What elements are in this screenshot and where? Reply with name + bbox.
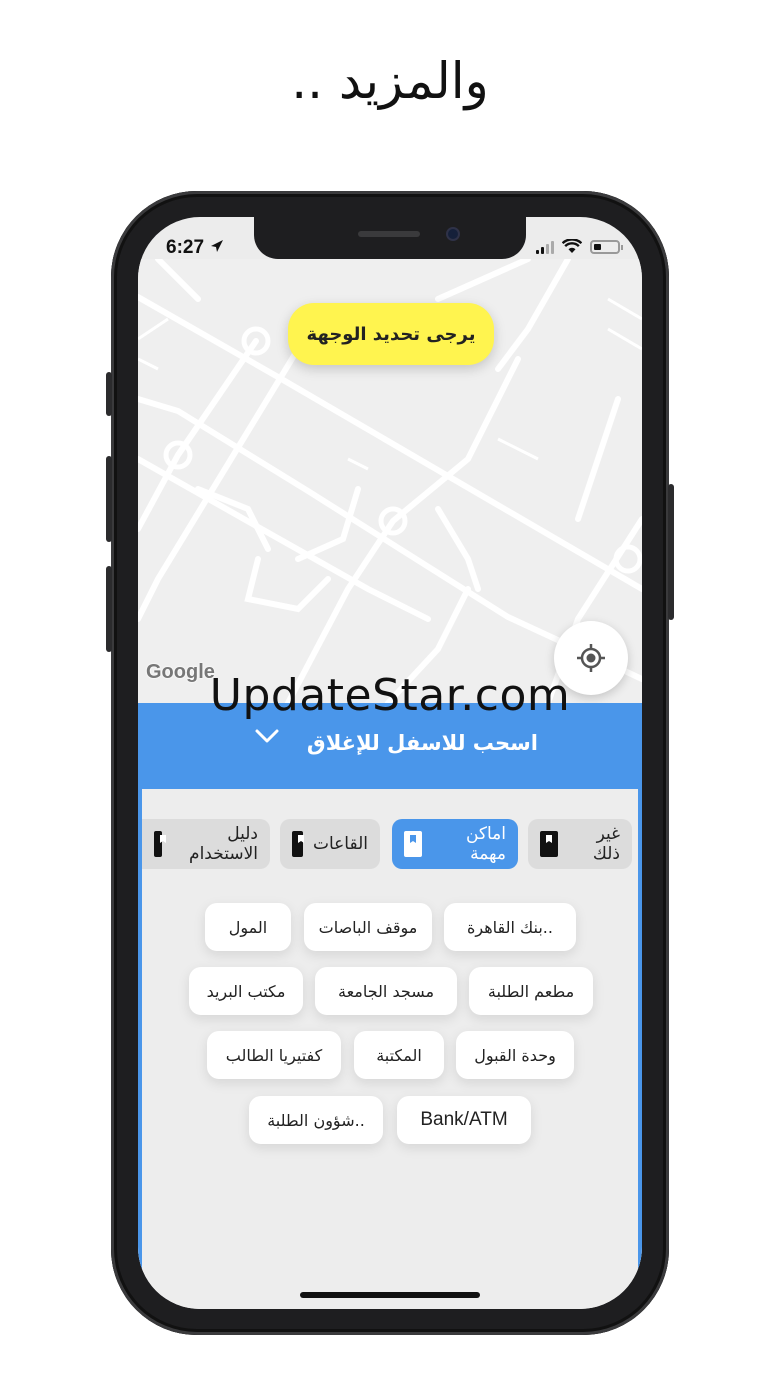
wifi-icon (562, 239, 582, 253)
sheet-handle-label: اسحب للاسفل للإغلاق (306, 731, 538, 755)
tab-other-label: غير ذلك (592, 824, 620, 864)
place-chip-student-restaurant[interactable]: مطعم الطلبة (469, 967, 593, 1015)
place-chip-university-mosque[interactable]: مسجد الجامعة (315, 967, 457, 1015)
status-time-text: 6:27 (166, 237, 205, 258)
tab-important-places-label: اماكن مهمة (465, 824, 506, 864)
tab-other[interactable]: غير ذلك (528, 819, 632, 869)
place-chip-bank-atm[interactable]: Bank/ATM (397, 1096, 531, 1144)
place-chip-post-office[interactable]: مكتب البريد (189, 967, 303, 1015)
bookmark-book-icon (292, 831, 303, 857)
power-button (668, 484, 674, 620)
tab-user-guide-label: دليل الاستخدام (189, 824, 258, 864)
sheet-content: غير ذلك اماكن مهمة القاعات دليل الاستخدا… (138, 789, 642, 1309)
status-time: 6:27 (166, 237, 225, 259)
volume-down-button (106, 566, 112, 652)
place-chip-student-affairs[interactable]: ..شؤون الطلبة (249, 1096, 383, 1144)
chevron-down-icon[interactable] (254, 727, 280, 745)
place-chip-student-cafeteria[interactable]: كفتيريا الطالب (207, 1031, 341, 1079)
earpiece-speaker (358, 231, 420, 237)
map-view[interactable]: يرجى تحديد الوجهة Google (138, 256, 642, 706)
place-chip-library[interactable]: المكتبة (354, 1031, 444, 1079)
battery-icon (590, 239, 623, 254)
location-arrow-icon (211, 240, 224, 252)
status-icons (536, 239, 623, 254)
tab-halls[interactable]: القاعات (280, 819, 380, 869)
front-camera (446, 227, 460, 241)
tab-halls-label: القاعات (312, 834, 368, 854)
destination-prompt[interactable]: يرجى تحديد الوجهة (288, 303, 494, 365)
tab-user-guide[interactable]: دليل الاستخدام (142, 819, 270, 869)
tab-important-places[interactable]: اماكن مهمة (392, 819, 518, 869)
place-chip-mall[interactable]: المول (205, 903, 291, 951)
place-chip-admission-unit[interactable]: وحدة القبول (456, 1031, 574, 1079)
volume-up-button (106, 456, 112, 542)
phone-screen: يرجى تحديد الوجهة Google 6:27 اسحب للاسف… (138, 217, 642, 1309)
home-indicator[interactable] (300, 1292, 480, 1298)
bookmark-book-icon (540, 831, 559, 857)
watermark: UpdateStar.com (209, 670, 571, 721)
place-chip-bus-stop[interactable]: موقف الباصات (304, 903, 432, 951)
place-chip-bank-cairo[interactable]: ..بنك القاهرة (444, 903, 576, 951)
bookmark-book-icon (404, 831, 423, 857)
headline: والمزيد .. (291, 52, 489, 110)
phone-notch (254, 217, 526, 259)
mute-switch (106, 372, 112, 416)
cellular-signal-icon (536, 240, 554, 254)
crosshair-icon (577, 644, 605, 672)
bookmark-book-icon (154, 831, 163, 857)
